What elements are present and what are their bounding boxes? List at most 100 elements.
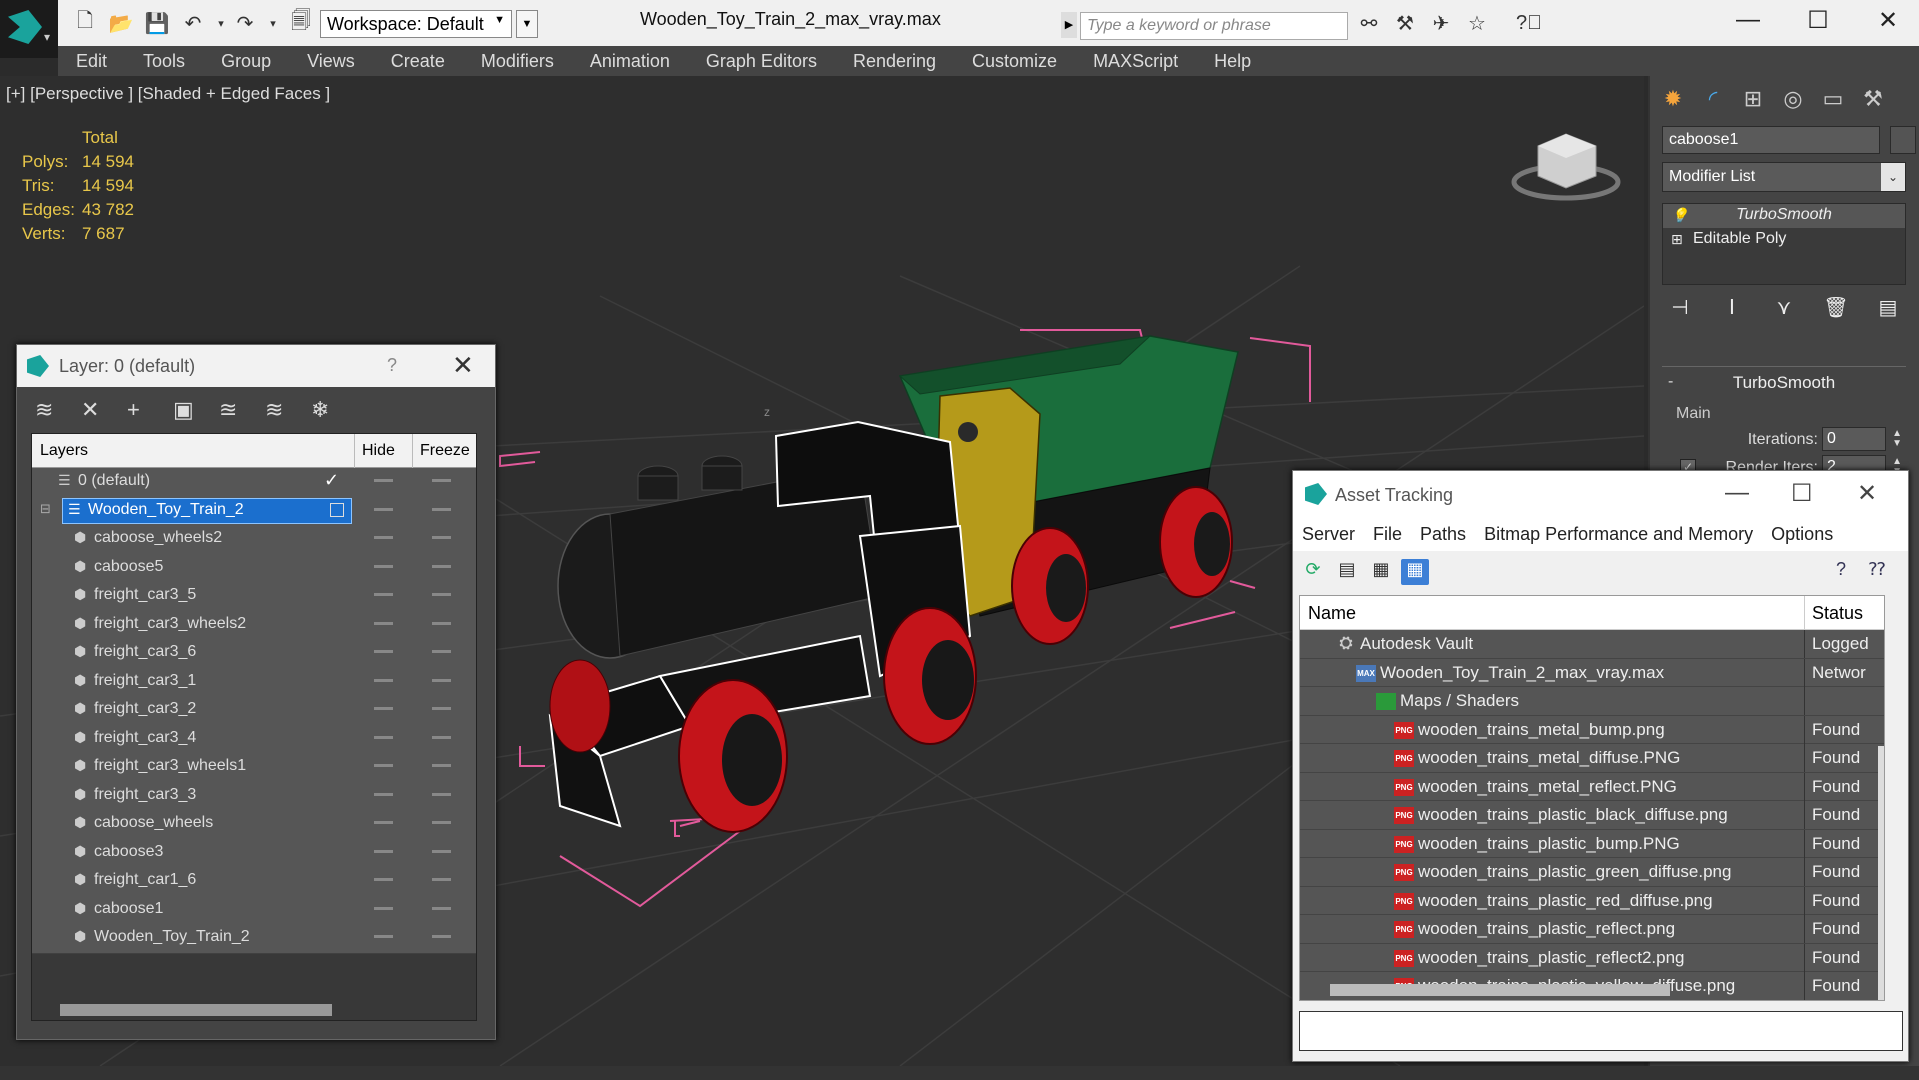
freeze-toggle[interactable]: ▬▬: [432, 930, 451, 941]
binoculars-icon[interactable]: ⚯: [1356, 10, 1382, 36]
asset-map-row[interactable]: PNG wooden_trains_plastic_black_diffuse.p…: [1300, 801, 1884, 830]
menu-rendering[interactable]: Rendering: [835, 51, 954, 72]
asset-menu-server[interactable]: Server: [1293, 524, 1364, 545]
layer-object-row[interactable]: ⬢ Wooden_Toy_Train_2 ▬▬ ▬▬: [32, 924, 476, 953]
freeze-toggle[interactable]: ▬▬: [432, 674, 451, 685]
app-menu-button[interactable]: ▾: [0, 0, 58, 58]
collapse-rollout-icon[interactable]: -: [1668, 373, 1673, 391]
freeze-toggle[interactable]: ▬▬: [432, 531, 451, 542]
column-hide[interactable]: Hide: [362, 442, 395, 460]
hide-toggle[interactable]: ▬▬: [374, 845, 393, 856]
hide-toggle[interactable]: ▬▬: [374, 873, 393, 884]
layer-object-row[interactable]: ⬢ freight_car3_wheels1 ▬▬ ▬▬: [32, 753, 476, 782]
menu-tools[interactable]: Tools: [125, 51, 203, 72]
undo-icon[interactable]: ↶: [180, 10, 206, 36]
asset-menu-paths[interactable]: Paths: [1411, 524, 1475, 545]
asset-map-row[interactable]: PNG wooden_trains_plastic_reflect2.png Fou…: [1300, 943, 1884, 972]
hide-all-icon[interactable]: ≋: [265, 397, 311, 423]
freeze-all-icon[interactable]: ❄: [311, 397, 357, 423]
motion-tab-icon[interactable]: ◎: [1776, 84, 1810, 114]
utilities-tab-icon[interactable]: ⚒: [1856, 84, 1890, 114]
stack-item-editable-poly[interactable]: ⊞ Editable Poly: [1663, 228, 1905, 252]
add-to-layer-icon[interactable]: +: [127, 397, 173, 423]
layer-object-row[interactable]: ⬢ caboose_wheels ▬▬ ▬▬: [32, 810, 476, 839]
asset-row-maps-group[interactable]: Maps / Shaders: [1300, 687, 1884, 716]
remove-modifier-icon[interactable]: 🗑: [1818, 295, 1854, 325]
object-name-field[interactable]: caboose1: [1662, 126, 1880, 154]
thumbnail-view-icon[interactable]: ▦: [1367, 559, 1395, 585]
freeze-toggle[interactable]: ▬▬: [432, 560, 451, 571]
hide-toggle[interactable]: ▬▬: [374, 503, 393, 514]
hide-toggle[interactable]: ▬▬: [374, 531, 393, 542]
menu-create[interactable]: Create: [373, 51, 463, 72]
menu-group[interactable]: Group: [203, 51, 289, 72]
object-color-swatch[interactable]: [1890, 126, 1916, 154]
freeze-toggle[interactable]: ▬▬: [432, 845, 451, 856]
current-layer-checkbox[interactable]: [330, 502, 344, 517]
horizontal-scrollbar[interactable]: [60, 1004, 332, 1016]
asset-menu-options[interactable]: Options: [1762, 524, 1842, 545]
hide-toggle[interactable]: ▬▬: [374, 816, 393, 827]
layer-row-default[interactable]: ☰ 0 (default) ✓ ▬▬ ▬▬: [32, 468, 476, 497]
configure-sets-icon[interactable]: ▤: [1870, 295, 1906, 325]
lightbulb-icon[interactable]: 💡: [1671, 207, 1688, 224]
freeze-toggle[interactable]: ▬▬: [432, 902, 451, 913]
open-file-icon[interactable]: 📂: [108, 10, 134, 36]
layer-object-row[interactable]: ⬢ freight_car3_wheels2 ▬▬ ▬▬: [32, 610, 476, 639]
delete-layer-icon[interactable]: ✕: [81, 397, 127, 423]
hide-toggle[interactable]: ▬▬: [374, 731, 393, 742]
workspace-menu-button[interactable]: ▼: [516, 10, 538, 38]
hide-toggle[interactable]: ▬▬: [374, 674, 393, 685]
new-file-icon[interactable]: 🗋: [72, 10, 98, 36]
layer-object-row[interactable]: ⬢ freight_car3_5 ▬▬ ▬▬: [32, 582, 476, 611]
redo-dropdown-icon[interactable]: ▾: [260, 10, 286, 36]
menu-help[interactable]: Help: [1196, 51, 1269, 72]
help-button[interactable]: ?: [387, 355, 397, 376]
iterations-input[interactable]: 0: [1822, 427, 1886, 451]
communication-icon[interactable]: ✈: [1428, 10, 1454, 36]
select-objects-icon[interactable]: ▣: [173, 397, 219, 423]
asset-map-row[interactable]: PNG wooden_trains_metal_diffuse.PNG Found: [1300, 744, 1884, 773]
pin-stack-icon[interactable]: ⊣: [1662, 295, 1698, 325]
favorites-star-icon[interactable]: ☆: [1464, 10, 1490, 36]
column-status[interactable]: Status: [1812, 603, 1863, 624]
viewcube-icon[interactable]: [1511, 133, 1621, 201]
tools-icon[interactable]: ⚒: [1392, 10, 1418, 36]
freeze-toggle[interactable]: ▬▬: [432, 503, 451, 514]
menu-edit[interactable]: Edit: [58, 51, 125, 72]
layer-object-row[interactable]: ⬢ caboose1 ▬▬ ▬▬: [32, 895, 476, 924]
highlight-layer-icon[interactable]: ≊: [219, 397, 265, 423]
close-icon[interactable]: ✕: [452, 350, 474, 381]
stack-item-turbosmooth[interactable]: 💡 TurboSmooth: [1663, 204, 1905, 228]
vertical-scrollbar[interactable]: [1878, 746, 1884, 1000]
layer-object-row[interactable]: ⬢ freight_car1_6 ▬▬ ▬▬: [32, 867, 476, 896]
freeze-toggle[interactable]: ▬▬: [432, 873, 451, 884]
freeze-toggle[interactable]: ▬▬: [432, 645, 451, 656]
hide-toggle[interactable]: ▬▬: [374, 902, 393, 913]
menu-maxscript[interactable]: MAXScript: [1075, 51, 1196, 72]
asset-map-row[interactable]: PNG wooden_trains_plastic_reflect.png Foun…: [1300, 915, 1884, 944]
layer-dialog-titlebar[interactable]: Layer: 0 (default) ? ✕: [17, 345, 495, 387]
hide-toggle[interactable]: ▬▬: [374, 617, 393, 628]
context-help-icon[interactable]: ⁇: [1863, 559, 1891, 585]
column-layers[interactable]: Layers: [40, 442, 88, 460]
freeze-toggle[interactable]: ▬▬: [432, 617, 451, 628]
freeze-toggle[interactable]: ▬▬: [432, 788, 451, 799]
hierarchy-tab-icon[interactable]: ⊞: [1736, 84, 1770, 114]
make-unique-icon[interactable]: ⋎: [1766, 295, 1802, 325]
undo-dropdown-icon[interactable]: ▾: [208, 10, 234, 36]
help-icon[interactable]: ?⃝: [1516, 10, 1542, 36]
asset-row-vault[interactable]: ⛭ Autodesk Vault Logged: [1300, 630, 1884, 659]
layer-row-wooden-toy-train[interactable]: ⊟ ☰ Wooden_Toy_Train_2 ▬▬ ▬▬: [32, 496, 476, 525]
current-layer-check-icon[interactable]: ✓: [324, 470, 339, 491]
menu-views[interactable]: Views: [289, 51, 373, 72]
freeze-toggle[interactable]: ▬▬: [432, 702, 451, 713]
asset-row-max-file[interactable]: MAX Wooden_Toy_Train_2_max_vray.max Netw…: [1300, 658, 1884, 687]
save-file-icon[interactable]: 💾: [144, 10, 170, 36]
hide-toggle[interactable]: ▬▬: [374, 702, 393, 713]
project-folder-icon[interactable]: 🗐: [288, 10, 314, 36]
minimize-icon[interactable]: —: [1725, 479, 1749, 507]
menu-customize[interactable]: Customize: [954, 51, 1075, 72]
hide-toggle[interactable]: ▬▬: [374, 930, 393, 941]
hide-toggle[interactable]: ▬▬: [374, 759, 393, 770]
